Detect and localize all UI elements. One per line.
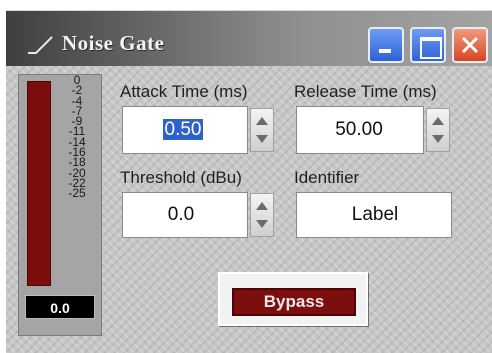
identifier-field[interactable]: Label	[296, 192, 452, 238]
gate-curve-icon	[28, 36, 53, 54]
identifier-value: Label	[351, 204, 399, 225]
release-time-label: Release Time (ms)	[294, 82, 437, 101]
threshold-value: 0.0	[167, 204, 195, 225]
stepper-down-icon[interactable]	[256, 220, 268, 228]
stepper-up-icon[interactable]	[256, 202, 268, 210]
attack-time-stepper[interactable]	[250, 108, 274, 152]
attack-time-value: 0.50	[162, 119, 204, 140]
release-time-field[interactable]: 50.00	[296, 106, 424, 154]
window-title: Noise Gate	[62, 31, 165, 55]
threshold-stepper[interactable]	[250, 193, 274, 237]
release-time-value: 50.00	[335, 119, 383, 140]
minimize-button[interactable]	[368, 27, 404, 63]
meter-readout: 0.0	[25, 295, 95, 319]
release-time-stepper[interactable]	[426, 108, 450, 152]
panel-body: 0 -2 -4 -7 -9 -11 -14 -16 -18 -20 -22 -2…	[6, 66, 492, 353]
identifier-label: Identifier	[294, 168, 360, 187]
noise-gate-window: Noise Gate 0 -2 -4 -7 -9 -11 -14 -16 -18…	[0, 0, 492, 353]
stepper-up-icon[interactable]	[256, 117, 268, 125]
meter-tick: -25	[68, 186, 86, 201]
stepper-up-icon[interactable]	[432, 117, 444, 125]
meter-bar	[27, 81, 51, 286]
close-icon	[461, 36, 479, 54]
stepper-down-icon[interactable]	[256, 135, 268, 143]
attack-time-field[interactable]: 0.50	[122, 106, 248, 154]
title-bar[interactable]: Noise Gate	[6, 10, 492, 66]
level-meter: 0 -2 -4 -7 -9 -11 -14 -16 -18 -20 -22 -2…	[18, 74, 102, 336]
threshold-label: Threshold (dBu)	[120, 168, 242, 187]
threshold-field[interactable]: 0.0	[122, 192, 248, 238]
bypass-button[interactable]: Bypass	[232, 288, 356, 316]
bypass-frame: Bypass	[218, 272, 368, 326]
meter-scale: 0 -2 -4 -7 -9 -11 -14 -16 -18 -20 -22 -2…	[57, 74, 97, 201]
attack-time-label: Attack Time (ms)	[120, 82, 248, 101]
stepper-down-icon[interactable]	[432, 135, 444, 143]
close-button[interactable]	[452, 27, 488, 63]
maximize-button[interactable]	[410, 27, 446, 63]
